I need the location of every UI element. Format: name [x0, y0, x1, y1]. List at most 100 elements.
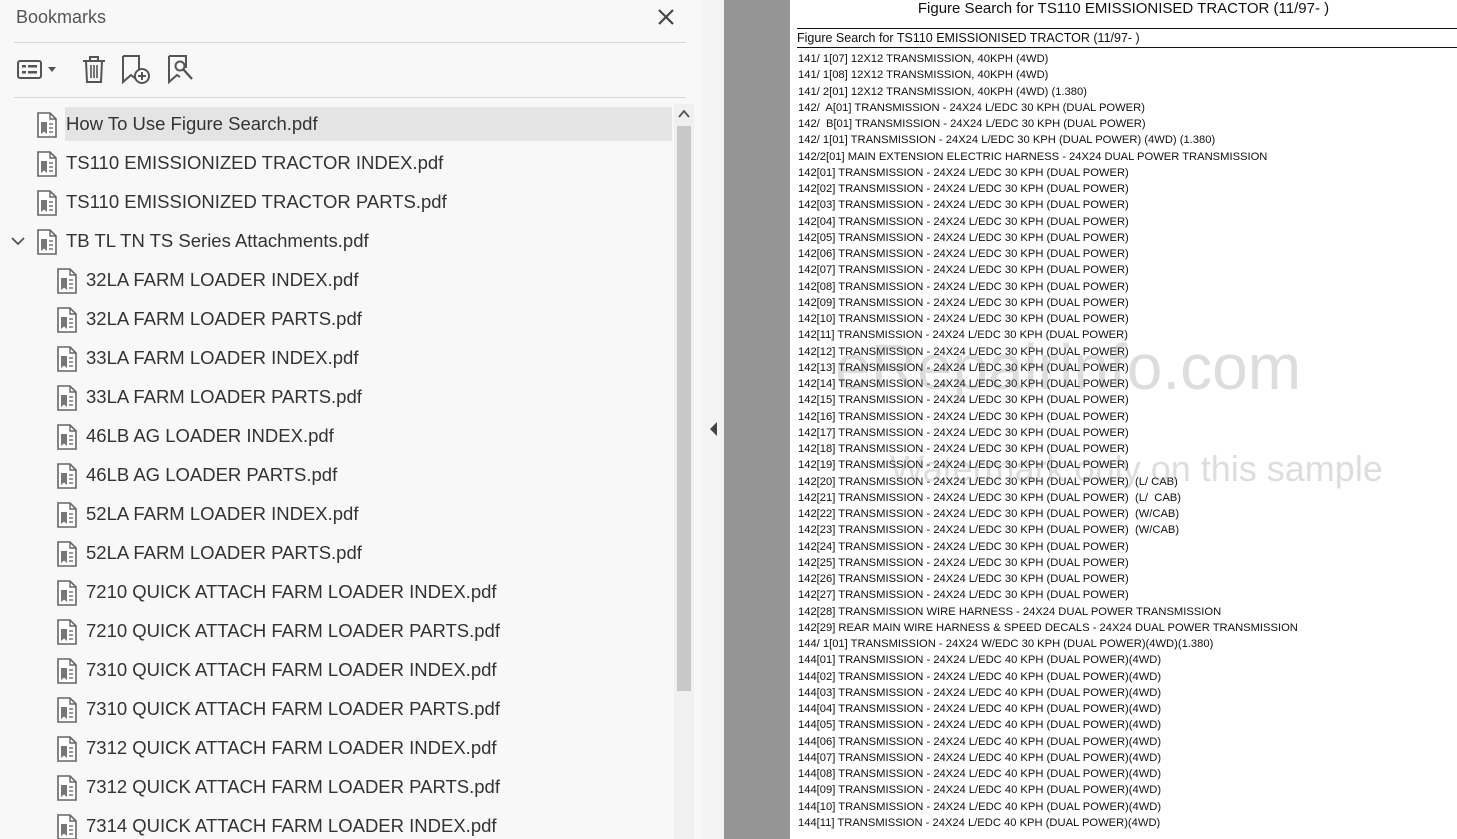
bookmark-label: 32LA FARM LOADER PARTS.pdf — [86, 308, 362, 329]
document-heading: Figure Search for TS110 EMISSIONISED TRA… — [917, 0, 1330, 17]
figure-entry[interactable]: 142[02] TRANSMISSION - 24X24 L/EDC 30 KP… — [798, 181, 1298, 197]
bookmark-item[interactable]: TB TL TN TS Series Attachments.pdf — [0, 223, 672, 259]
bookmark-item[interactable]: TS110 EMISSIONIZED TRACTOR PARTS.pdf — [0, 184, 672, 220]
bookmark-item[interactable]: 7310 QUICK ATTACH FARM LOADER INDEX.pdf — [0, 652, 672, 688]
bookmark-label: TS110 EMISSIONIZED TRACTOR INDEX.pdf — [66, 152, 444, 173]
bookmark-label: 33LA FARM LOADER PARTS.pdf — [86, 386, 362, 407]
bookmark-page-icon — [57, 502, 77, 528]
figure-entry[interactable]: 142[16] TRANSMISSION - 24X24 L/EDC 30 KP… — [798, 409, 1298, 425]
bookmark-label: 46LB AG LOADER INDEX.pdf — [86, 425, 334, 446]
bookmark-page-icon — [57, 424, 77, 450]
bookmark-page-icon — [57, 307, 77, 333]
bookmark-label: TB TL TN TS Series Attachments.pdf — [66, 230, 369, 251]
toolbar-divider — [14, 97, 686, 98]
figure-entry[interactable]: 144[05] TRANSMISSION - 24X24 L/EDC 40 KP… — [798, 717, 1298, 733]
collapse-panel-icon[interactable] — [708, 421, 718, 437]
bookmark-item[interactable]: 46LB AG LOADER INDEX.pdf — [0, 418, 672, 454]
chevron-down-icon[interactable] — [10, 234, 26, 248]
watermark-site: eRepairinfo.com — [835, 331, 1301, 403]
figure-entry[interactable]: 142[05] TRANSMISSION - 24X24 L/EDC 30 KP… — [798, 230, 1298, 246]
figure-entry[interactable]: 142[03] TRANSMISSION - 24X24 L/EDC 30 KP… — [798, 197, 1298, 213]
figure-entry[interactable]: 142/ A[01] TRANSMISSION - 24X24 L/EDC 30… — [798, 100, 1298, 116]
bookmark-item[interactable]: 7310 QUICK ATTACH FARM LOADER PARTS.pdf — [0, 691, 672, 727]
panel-title: Bookmarks — [16, 7, 107, 27]
figure-entry[interactable]: 141/ 2[01] 12X12 TRANSMISSION, 40KPH (4W… — [798, 84, 1298, 100]
bookmark-search-icon[interactable] — [166, 53, 196, 85]
figure-entry[interactable]: 142[01] TRANSMISSION - 24X24 L/EDC 30 KP… — [798, 165, 1298, 181]
bookmark-page-icon — [37, 112, 57, 138]
figure-entry[interactable]: 142[08] TRANSMISSION - 24X24 L/EDC 30 KP… — [798, 279, 1298, 295]
bookmark-item[interactable]: 46LB AG LOADER PARTS.pdf — [0, 457, 672, 493]
bookmark-page-icon — [57, 580, 77, 606]
figure-entry[interactable]: 144[08] TRANSMISSION - 24X24 L/EDC 40 KP… — [798, 766, 1298, 782]
figure-entry[interactable]: 144[07] TRANSMISSION - 24X24 L/EDC 40 KP… — [798, 750, 1298, 766]
figure-entry[interactable]: 144[06] TRANSMISSION - 24X24 L/EDC 40 KP… — [798, 734, 1298, 750]
bookmark-item[interactable]: 33LA FARM LOADER INDEX.pdf — [0, 340, 672, 376]
figure-entry[interactable]: 142[10] TRANSMISSION - 24X24 L/EDC 30 KP… — [798, 311, 1298, 327]
options-menu-icon[interactable] — [16, 53, 60, 85]
bookmark-label: 32LA FARM LOADER INDEX.pdf — [86, 269, 359, 290]
figure-entry[interactable]: 142[07] TRANSMISSION - 24X24 L/EDC 30 KP… — [798, 262, 1298, 278]
new-bookmark-icon[interactable] — [120, 53, 152, 85]
bookmark-page-icon — [57, 658, 77, 684]
figure-entry[interactable]: 142[29] REAR MAIN WIRE HARNESS & SPEED D… — [798, 620, 1298, 636]
figure-entry[interactable]: 144[04] TRANSMISSION - 24X24 L/EDC 40 KP… — [798, 701, 1298, 717]
bookmark-label: 7312 QUICK ATTACH FARM LOADER PARTS.pdf — [86, 776, 500, 797]
bookmark-page-icon — [57, 697, 77, 723]
bookmark-label: 7210 QUICK ATTACH FARM LOADER INDEX.pdf — [86, 581, 497, 602]
figure-entry[interactable]: 142[21] TRANSMISSION - 24X24 L/EDC 30 KP… — [798, 490, 1298, 506]
bookmark-item[interactable]: 7312 QUICK ATTACH FARM LOADER INDEX.pdf — [0, 730, 672, 766]
figure-entry[interactable]: 142[28] TRANSMISSION WIRE HARNESS - 24X2… — [798, 604, 1298, 620]
figure-entry[interactable]: 142[22] TRANSMISSION - 24X24 L/EDC 30 KP… — [798, 506, 1298, 522]
bookmark-item[interactable]: How To Use Figure Search.pdf — [0, 106, 672, 142]
figure-entry[interactable]: 142[09] TRANSMISSION - 24X24 L/EDC 30 KP… — [798, 295, 1298, 311]
figure-entry[interactable]: 142/ B[01] TRANSMISSION - 24X24 L/EDC 30… — [798, 116, 1298, 132]
bookmark-page-icon — [57, 541, 77, 567]
figure-entry[interactable]: 144[02] TRANSMISSION - 24X24 L/EDC 40 KP… — [798, 669, 1298, 685]
bookmark-item[interactable]: 32LA FARM LOADER INDEX.pdf — [0, 262, 672, 298]
bookmark-page-icon — [57, 736, 77, 762]
figure-entry[interactable]: 141/ 1[08] 12X12 TRANSMISSION, 40KPH (4W… — [798, 67, 1298, 83]
figure-entry[interactable]: 142[17] TRANSMISSION - 24X24 L/EDC 30 KP… — [798, 425, 1298, 441]
figure-entry[interactable]: 144[11] TRANSMISSION - 24X24 L/EDC 40 KP… — [798, 815, 1298, 831]
panel-splitter[interactable] — [702, 0, 724, 839]
scroll-thumb[interactable] — [677, 126, 691, 691]
bookmark-item[interactable]: 52LA FARM LOADER PARTS.pdf — [0, 535, 672, 571]
figure-entry[interactable]: 142[27] TRANSMISSION - 24X24 L/EDC 30 KP… — [798, 587, 1298, 603]
bookmark-item[interactable]: TS110 EMISSIONIZED TRACTOR INDEX.pdf — [0, 145, 672, 181]
figure-entry[interactable]: 142[23] TRANSMISSION - 24X24 L/EDC 30 KP… — [798, 522, 1298, 538]
watermark-note: Watermark only on this sample — [890, 448, 1383, 489]
bookmark-label: 52LA FARM LOADER PARTS.pdf — [86, 542, 362, 563]
figure-entry[interactable]: 142[24] TRANSMISSION - 24X24 L/EDC 30 KP… — [798, 539, 1298, 555]
bookmark-label: 52LA FARM LOADER INDEX.pdf — [86, 503, 359, 524]
bookmark-item[interactable]: 33LA FARM LOADER PARTS.pdf — [0, 379, 672, 415]
figure-entry[interactable]: 142[04] TRANSMISSION - 24X24 L/EDC 30 KP… — [798, 214, 1298, 230]
figure-entry[interactable]: 144[03] TRANSMISSION - 24X24 L/EDC 40 KP… — [798, 685, 1298, 701]
bookmark-item[interactable]: 7314 QUICK ATTACH FARM LOADER INDEX.pdf — [0, 808, 672, 839]
figure-entry[interactable]: 144[01] TRANSMISSION - 24X24 L/EDC 40 KP… — [798, 652, 1298, 668]
bookmark-item[interactable]: 7312 QUICK ATTACH FARM LOADER PARTS.pdf — [0, 769, 672, 805]
bookmark-label: 33LA FARM LOADER INDEX.pdf — [86, 347, 359, 368]
bookmark-label: 7314 QUICK ATTACH FARM LOADER INDEX.pdf — [86, 815, 497, 836]
scroll-up-icon[interactable] — [678, 109, 690, 119]
figure-entry[interactable]: 144/ 1[01] TRANSMISSION - 24X24 W/EDC 30… — [798, 636, 1298, 652]
close-icon[interactable] — [654, 5, 678, 29]
bookmark-item[interactable]: 32LA FARM LOADER PARTS.pdf — [0, 301, 672, 337]
figure-entry[interactable]: 142[06] TRANSMISSION - 24X24 L/EDC 30 KP… — [798, 246, 1298, 262]
figure-entry[interactable]: 141/ 1[07] 12X12 TRANSMISSION, 40KPH (4W… — [798, 51, 1298, 67]
document-gutter — [724, 0, 790, 839]
figure-list: 141/ 1[07] 12X12 TRANSMISSION, 40KPH (4W… — [798, 51, 1298, 831]
bookmark-item[interactable]: 7210 QUICK ATTACH FARM LOADER INDEX.pdf — [0, 574, 672, 610]
scrollbar[interactable] — [674, 104, 694, 839]
bookmark-item[interactable]: 52LA FARM LOADER INDEX.pdf — [0, 496, 672, 532]
figure-entry[interactable]: 142/2[01] MAIN EXTENSION ELECTRIC HARNES… — [798, 149, 1298, 165]
figure-entry[interactable]: 142/ 1[01] TRANSMISSION - 24X24 L/EDC 30… — [798, 132, 1298, 148]
bookmark-page-icon — [57, 619, 77, 645]
bookmark-item[interactable]: 7210 QUICK ATTACH FARM LOADER PARTS.pdf — [0, 613, 672, 649]
delete-icon[interactable] — [80, 53, 108, 85]
figure-entry[interactable]: 144[10] TRANSMISSION - 24X24 L/EDC 40 KP… — [798, 799, 1298, 815]
bookmark-tree: How To Use Figure Search.pdf TS110 EMISSI… — [0, 104, 672, 839]
figure-entry[interactable]: 144[09] TRANSMISSION - 24X24 L/EDC 40 KP… — [798, 782, 1298, 798]
figure-entry[interactable]: 142[25] TRANSMISSION - 24X24 L/EDC 30 KP… — [798, 555, 1298, 571]
figure-entry[interactable]: 142[26] TRANSMISSION - 24X24 L/EDC 30 KP… — [798, 571, 1298, 587]
